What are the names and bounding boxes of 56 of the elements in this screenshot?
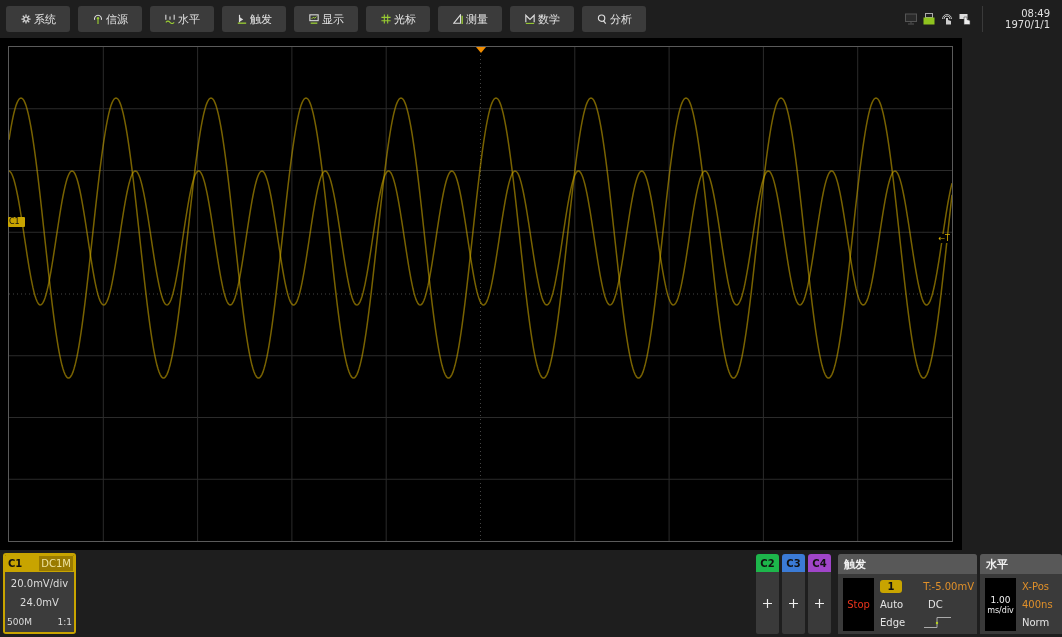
trigger-mode: Auto bbox=[880, 599, 905, 610]
triangle-ruler-icon bbox=[452, 14, 463, 24]
position-label: X-Pos bbox=[1022, 581, 1050, 593]
plus-icon bbox=[789, 598, 798, 608]
trigger-source-badge: 1 bbox=[880, 580, 902, 594]
run-state-indicator[interactable]: Stop bbox=[843, 578, 874, 631]
clock-date: 1970/1/1 bbox=[1005, 19, 1050, 30]
horizontal-scale-icon bbox=[164, 14, 175, 24]
trigger-level-marker[interactable]: ←T bbox=[937, 234, 951, 243]
trigger-panel[interactable]: 触发 Stop 1 T:-5.00mV Auto DC Edge bbox=[838, 554, 977, 634]
plus-icon bbox=[815, 598, 824, 608]
trigger-type: Edge bbox=[880, 616, 907, 628]
channel-marker[interactable]: C1 bbox=[8, 217, 25, 227]
touch-icon bbox=[941, 13, 953, 25]
trigger-panel-header: 触发 bbox=[838, 554, 977, 574]
menu-button[interactable]: 触发 bbox=[222, 6, 286, 32]
vertical-scale-value: 20.0mV/div bbox=[10, 578, 69, 590]
menu-button[interactable]: 水平 bbox=[150, 6, 214, 32]
gear-icon bbox=[20, 14, 31, 24]
channel-tab[interactable]: C4 bbox=[808, 554, 831, 572]
search-icon bbox=[596, 14, 607, 24]
coupling-badge: DC1M bbox=[39, 556, 73, 571]
drive-icon bbox=[923, 13, 935, 25]
menu-button[interactable]: 显示 bbox=[294, 6, 358, 32]
position-value: 400ns bbox=[1022, 599, 1053, 610]
monitor-icon bbox=[905, 13, 917, 25]
horizontal-panel-header: 水平 bbox=[980, 554, 1062, 574]
channel-label: C1 bbox=[8, 558, 23, 569]
rising-edge-icon bbox=[924, 616, 951, 628]
bandwidth-value: 500M bbox=[7, 616, 32, 627]
antenna-icon bbox=[92, 14, 103, 24]
monitor-icon bbox=[308, 14, 319, 24]
hash-icon bbox=[380, 14, 391, 24]
trigger-position-icon[interactable] bbox=[475, 47, 486, 53]
hand-pointer-icon bbox=[959, 13, 971, 25]
menu-button[interactable]: 光标 bbox=[366, 6, 430, 32]
plus-icon bbox=[763, 598, 772, 608]
menu-button[interactable]: 测量 bbox=[438, 6, 502, 32]
probe-ratio: 1:1 bbox=[57, 616, 72, 627]
menu-button[interactable]: 数学 bbox=[510, 6, 574, 32]
trigger-icon bbox=[236, 14, 247, 24]
timebase-box[interactable]: 1.00 ms/div bbox=[985, 578, 1016, 631]
menu-button[interactable]: 分析 bbox=[582, 6, 646, 32]
timebase-value: 1.00 bbox=[990, 594, 1011, 605]
acquisition-mode: Norm bbox=[1022, 616, 1051, 628]
trigger-level-value: T:-5.00mV bbox=[923, 581, 974, 593]
channel-tab[interactable]: C3 bbox=[782, 554, 805, 572]
channel-card[interactable]: C1 DC1M 20.0mV/div 24.0mV 500M 1:1 bbox=[3, 553, 76, 634]
offset-value: 24.0mV bbox=[20, 597, 59, 609]
timebase-unit: ms/div bbox=[987, 605, 1014, 615]
menu-button[interactable]: 信源 bbox=[78, 6, 142, 32]
channel-tab[interactable]: C2 bbox=[756, 554, 779, 572]
clock-time: 08:49 bbox=[1021, 8, 1050, 19]
menu-button[interactable]: 系统 bbox=[6, 6, 70, 32]
trigger-coupling: DC bbox=[927, 599, 943, 610]
math-icon bbox=[524, 14, 535, 24]
